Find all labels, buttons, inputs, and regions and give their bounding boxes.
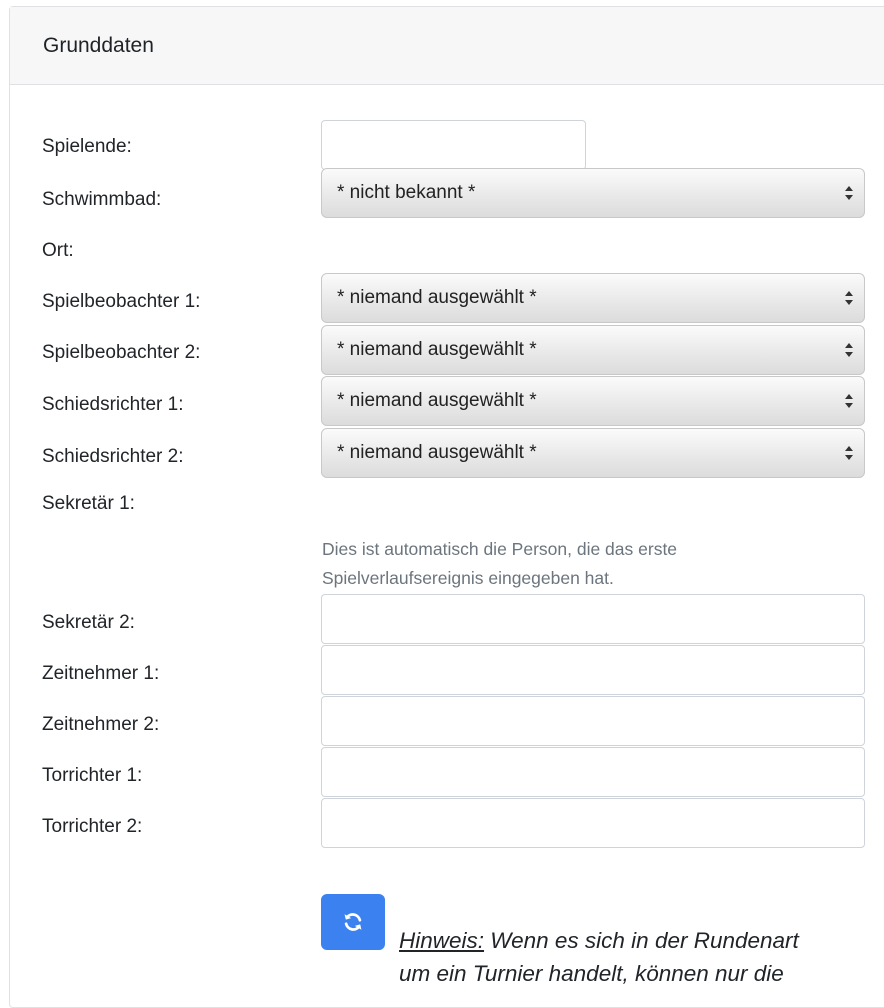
zeitnehmer2-label: Zeitnehmer 2:	[42, 714, 160, 735]
schiedsrichter2-label: Schiedsrichter 2:	[42, 446, 184, 467]
spielende-input[interactable]	[321, 120, 586, 170]
schwimmbad-select-value: * nicht bekannt *	[337, 182, 476, 203]
hint-line1: Wenn es sich in der Rundenart	[484, 928, 799, 953]
ort-label: Ort:	[42, 240, 74, 261]
hint-prefix: Hinweis:	[399, 928, 485, 953]
updown-arrows-icon	[845, 186, 853, 200]
torrichter2-input[interactable]	[321, 798, 865, 848]
schiedsrichter1-select[interactable]: * niemand ausgewählt *	[321, 376, 865, 426]
sekretaer1-label: Sekretär 1:	[42, 493, 135, 514]
zeitnehmer2-input[interactable]	[321, 696, 865, 746]
sekretaer2-label: Sekretär 2:	[42, 612, 135, 633]
spielbeobachter2-select[interactable]: * niemand ausgewählt *	[321, 325, 865, 375]
panel-title: Grunddaten	[43, 33, 154, 57]
spielbeobachter1-label: Spielbeobachter 1:	[42, 291, 201, 312]
sekretaer2-input[interactable]	[321, 594, 865, 644]
spielbeobachter2-label: Spielbeobachter 2:	[42, 342, 201, 363]
torrichter1-input[interactable]	[321, 747, 865, 797]
spielbeobachter1-select-value: * niemand ausgewählt *	[337, 287, 537, 308]
torrichter1-label: Torrichter 1:	[42, 765, 143, 786]
spielbeobachter2-select-value: * niemand ausgewählt *	[337, 339, 537, 360]
refresh-button[interactable]	[321, 894, 385, 950]
updown-arrows-icon	[845, 446, 853, 460]
panel-header: Grunddaten	[10, 7, 884, 85]
updown-arrows-icon	[845, 291, 853, 305]
zeitnehmer1-label: Zeitnehmer 1:	[42, 663, 160, 684]
torrichter2-label: Torrichter 2:	[42, 816, 143, 837]
refresh-icon	[344, 913, 362, 931]
schiedsrichter2-select[interactable]: * niemand ausgewählt *	[321, 428, 865, 478]
schwimmbad-select[interactable]: * nicht bekannt *	[321, 168, 865, 218]
spielende-label: Spielende:	[42, 136, 132, 157]
zeitnehmer1-input[interactable]	[321, 645, 865, 695]
spielbeobachter1-select[interactable]: * niemand ausgewählt *	[321, 273, 865, 323]
updown-arrows-icon	[845, 394, 853, 408]
schwimmbad-label: Schwimmbad:	[42, 189, 162, 210]
updown-arrows-icon	[845, 343, 853, 357]
hint-text: Hinweis: Wenn es sich in der Rundenart u…	[399, 924, 879, 990]
sekretaer1-help-text: Dies ist automatisch die Person, die das…	[322, 539, 678, 588]
schiedsrichter1-label: Schiedsrichter 1:	[42, 394, 184, 415]
schiedsrichter2-select-value: * niemand ausgewählt *	[337, 442, 537, 463]
hint-line2: um ein Turnier handelt, können nur die	[399, 961, 784, 986]
schiedsrichter1-select-value: * niemand ausgewählt *	[337, 390, 537, 411]
